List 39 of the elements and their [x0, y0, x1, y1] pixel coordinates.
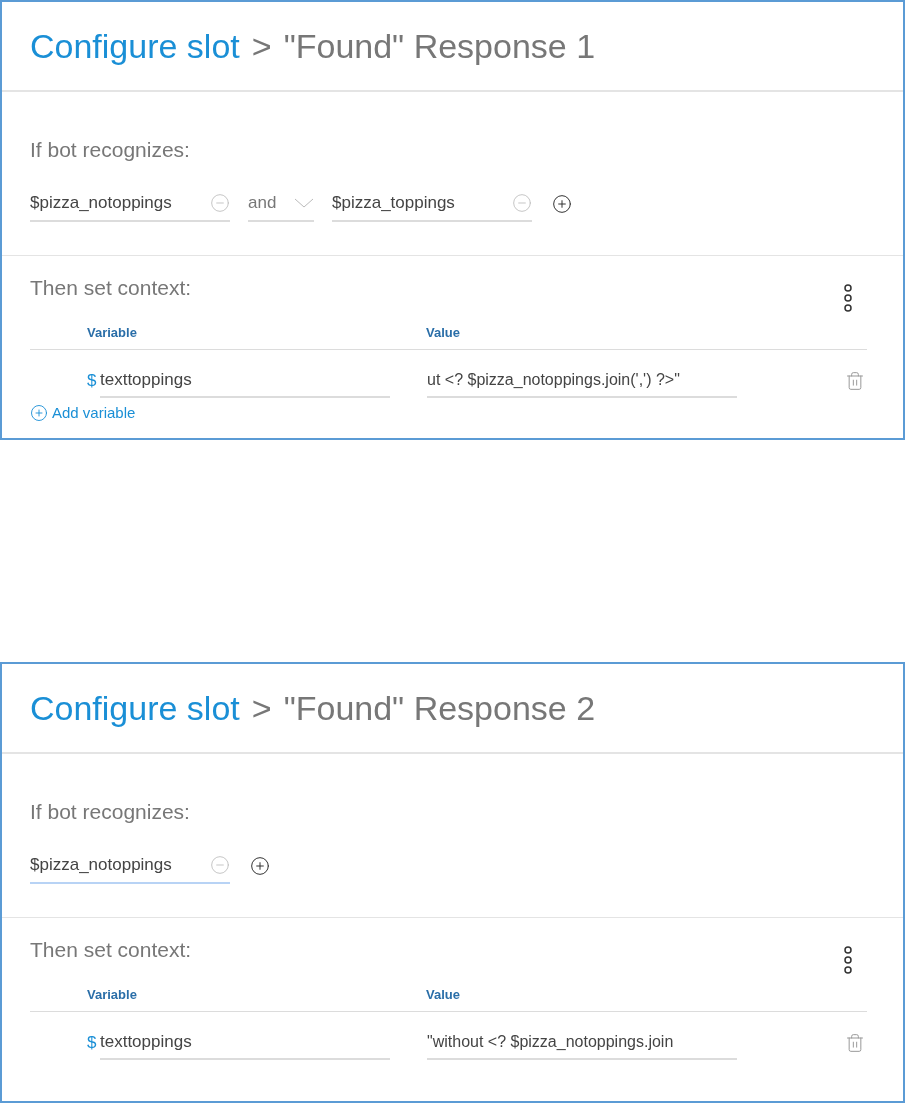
delete-icon[interactable]: [845, 1033, 865, 1053]
value-field[interactable]: ut <? $pizza_notoppings.join(',') ?>": [427, 364, 737, 398]
variable-prefix: $: [87, 1032, 98, 1055]
entity-value: $pizza_notoppings: [30, 191, 172, 214]
more-options-icon[interactable]: [843, 284, 853, 312]
column-header: Value: [426, 985, 460, 1004]
entity-field[interactable]: $pizza_toppings: [332, 185, 532, 222]
column-header: Variable: [87, 985, 138, 1004]
operator-dropdown[interactable]: and: [248, 185, 314, 222]
variable-field[interactable]: texttoppings: [100, 1026, 390, 1060]
entity-field[interactable]: $pizza_notoppings: [30, 185, 230, 222]
variable-prefix: $: [87, 370, 98, 393]
value-field[interactable]: "without <? $pizza_notoppings.join: [427, 1026, 737, 1060]
remove-icon[interactable]: [512, 192, 532, 213]
add-condition-icon[interactable]: [250, 855, 270, 876]
configure-slot-link[interactable]: Configure slot: [30, 20, 240, 72]
delete-icon[interactable]: [845, 371, 865, 391]
entity-value: $pizza_toppings: [332, 191, 455, 214]
remove-icon[interactable]: [210, 192, 230, 213]
add-icon: [30, 404, 48, 423]
section-label: Then set context:: [30, 275, 192, 301]
more-options-icon[interactable]: [843, 946, 853, 974]
remove-icon[interactable]: [210, 854, 230, 875]
add-variable-button[interactable]: Add variable: [30, 402, 867, 425]
breadcrumb-separator: >: [251, 687, 272, 729]
dialog-title: "Found" Response 2: [283, 687, 596, 729]
configure-slot-link[interactable]: Configure slot: [30, 682, 240, 734]
entity-value: $pizza_notoppings: [30, 853, 172, 876]
entity-field[interactable]: $pizza_notoppings: [30, 847, 230, 884]
chevron-icon: [294, 197, 314, 208]
section-label: If bot recognizes:: [30, 137, 191, 163]
variable-field[interactable]: texttoppings: [100, 364, 390, 398]
dialog-title: "Found" Response 1: [283, 25, 596, 67]
breadcrumb-separator: >: [251, 25, 272, 67]
column-header: Value: [426, 323, 460, 342]
section-label: If bot recognizes:: [30, 799, 191, 825]
add-condition-icon[interactable]: [552, 193, 572, 214]
section-label: Then set context:: [30, 937, 192, 963]
column-header: Variable: [87, 323, 138, 342]
